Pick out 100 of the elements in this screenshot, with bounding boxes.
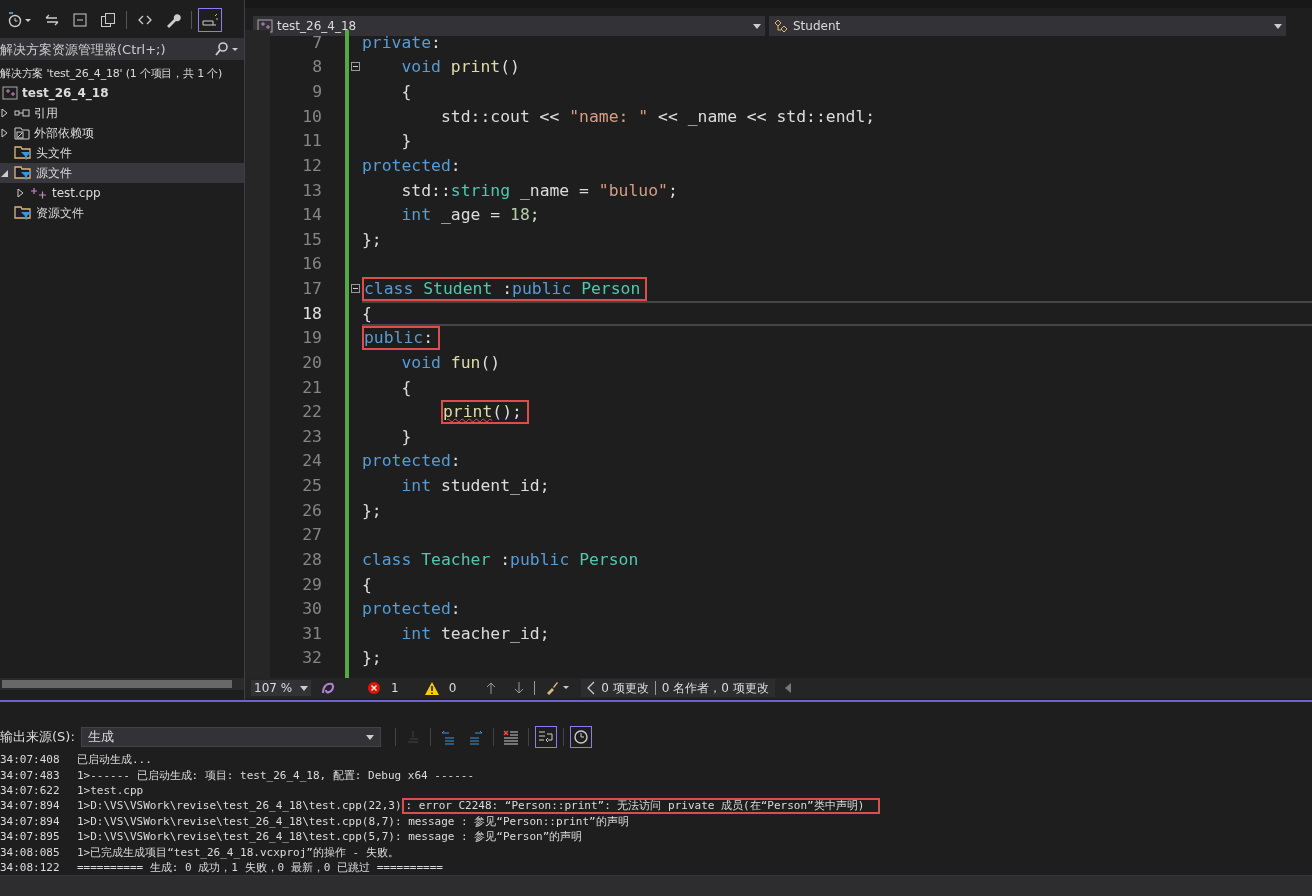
- preview-icon[interactable]: [198, 8, 222, 32]
- line-number: 10: [301, 105, 322, 128]
- project-icon: [2, 86, 18, 100]
- code-text: protected:: [362, 155, 461, 175]
- line-number: 20: [301, 351, 322, 374]
- scrollbar-thumb[interactable]: [2, 680, 232, 688]
- authors-count[interactable]: 0 名作者，0 项更改: [661, 679, 769, 697]
- collapsed-arrow-icon[interactable]: [0, 108, 10, 118]
- folder-filter-icon: [14, 165, 32, 181]
- caret-icon: [753, 23, 761, 29]
- warning-count[interactable]: 0: [448, 681, 457, 695]
- code-text: protected:: [362, 599, 461, 619]
- error-icon: [367, 681, 381, 695]
- line-number: 16: [301, 253, 322, 276]
- line-number: 18: [301, 302, 322, 325]
- up-arrow-icon[interactable]: [486, 682, 497, 694]
- folder-icon: [14, 126, 30, 140]
- scope-dropdown[interactable]: Student: [769, 16, 1286, 36]
- output-text: 1>test.cpp: [77, 783, 144, 797]
- collapsed-arrow-icon[interactable]: [0, 128, 10, 138]
- tree-item-label[interactable]: 外部依赖项: [34, 124, 94, 142]
- folder-filter-icon: [14, 205, 32, 221]
- code-text: int teacher_id;: [400, 623, 550, 643]
- output-text: 1>------ 已启动生成: 项目: test_26_4_18, 配置: Debug x64 ------: [77, 767, 474, 783]
- line-number: 12: [301, 154, 322, 177]
- tree-item-label[interactable]: 源文件: [36, 164, 72, 182]
- code-text: };: [362, 648, 382, 668]
- line-number: 17: [301, 278, 322, 301]
- code-text: protected:: [362, 451, 461, 471]
- timestamp: 34:07:894: [0, 799, 61, 813]
- caret-icon: [1274, 23, 1282, 29]
- clock-icon[interactable]: [569, 726, 592, 748]
- collapse-icon[interactable]: [351, 62, 360, 72]
- code-text: void print(): [400, 57, 520, 77]
- search-icon: [214, 42, 240, 56]
- timestamp: 34:07:894: [0, 814, 61, 828]
- output-text: 1>D:\VS\VSWork\revise\test_26_4_18\test.cpp(5,7): message : 参见“Person”的声明: [77, 829, 583, 845]
- code-text: std::string _name = "buluo";: [400, 180, 678, 200]
- timestamp: 34:07:622: [0, 783, 61, 797]
- line-number: 11: [301, 130, 322, 153]
- output-source-label: 输出来源(S):: [0, 728, 75, 746]
- line-number: 26: [301, 499, 322, 522]
- annotation-box: print();: [440, 399, 529, 424]
- code-text: }: [400, 426, 412, 446]
- down-arrow-icon[interactable]: [514, 682, 525, 694]
- collapse-icon[interactable]: [351, 284, 360, 294]
- line-number: 28: [301, 548, 322, 571]
- code-text: std::cout << "name: " << _name << std::endl;: [439, 106, 876, 126]
- line-number: 32: [301, 647, 322, 670]
- code-text: {: [400, 377, 412, 397]
- output-source-dropdown[interactable]: 生成: [80, 727, 381, 747]
- zoom-dropdown[interactable]: 107 %: [251, 680, 311, 696]
- line-number: 30: [301, 598, 322, 621]
- expanded-arrow-icon[interactable]: [0, 168, 10, 178]
- tree-item-label[interactable]: 资源文件: [36, 204, 84, 222]
- line-number: 21: [301, 376, 322, 399]
- tree-item-label[interactable]: 解决方案 'test_26_4_18' (1 个项目，共 1 个): [0, 65, 223, 81]
- error-count[interactable]: 1: [391, 681, 399, 695]
- collapsed-arrow-icon[interactable]: [16, 188, 26, 198]
- code-text: {: [362, 303, 372, 323]
- output-text: 已启动生成...: [77, 752, 152, 768]
- timestamp: 34:08:085: [0, 845, 61, 859]
- code-text: };: [362, 229, 382, 249]
- line-number: 29: [301, 573, 322, 596]
- plus-file-icon: [30, 186, 48, 200]
- annotation-box: class Student :public Person: [362, 276, 648, 301]
- code-text: int student_id;: [400, 476, 550, 496]
- code-text: {: [362, 574, 372, 594]
- tree-item-label[interactable]: 头文件: [36, 144, 72, 162]
- search-field[interactable]: 解决方案资源管理器(Ctrl+;): [0, 38, 244, 60]
- line-number: 25: [301, 475, 322, 498]
- line-number: 22: [301, 401, 322, 424]
- timestamp: 34:07:483: [0, 768, 61, 782]
- line-number: 19: [301, 327, 322, 350]
- timestamp: 34:08:122: [0, 860, 61, 874]
- caret-icon: [300, 685, 308, 691]
- tree-item-label[interactable]: test.cpp: [52, 186, 101, 200]
- code-text: }: [400, 131, 412, 151]
- assistant-icon[interactable]: [321, 681, 335, 695]
- line-number: 15: [301, 228, 322, 251]
- code-text: void fun(): [400, 352, 501, 372]
- class-icon: [773, 19, 789, 33]
- output-text: 1>D:\VS\VSWork\revise\test_26_4_18\test.cpp(8,7): message : 参见“Person::print”的声明: [77, 813, 629, 829]
- tree-item-label[interactable]: test_26_4_18: [22, 86, 109, 100]
- changes-count[interactable]: 0 项更改: [601, 679, 649, 697]
- annotation-box: public:: [362, 325, 441, 350]
- wrap-icon[interactable]: [534, 726, 557, 748]
- project-dropdown[interactable]: test_26_4_18: [253, 16, 765, 36]
- output-text: 1>已完成生成项目“test_26_4_18.vcxproj”的操作 - 失败。: [77, 844, 399, 860]
- caret-icon: [365, 734, 374, 740]
- tree-item-label[interactable]: 引用: [34, 104, 58, 122]
- warning-icon: [424, 681, 439, 695]
- timestamp: 34:07:408: [0, 753, 61, 767]
- line-number: 14: [301, 204, 322, 227]
- scroll-left-icon[interactable]: [784, 683, 791, 693]
- code-text: int _age = 18;: [400, 205, 540, 225]
- reference-icon: [14, 106, 30, 120]
- output-text: 1>D:\VS\VSWork\revise\test_26_4_18\test.cpp(22,3): [77, 799, 402, 813]
- brush-icon[interactable]: [545, 681, 572, 695]
- project-icon: [257, 19, 273, 33]
